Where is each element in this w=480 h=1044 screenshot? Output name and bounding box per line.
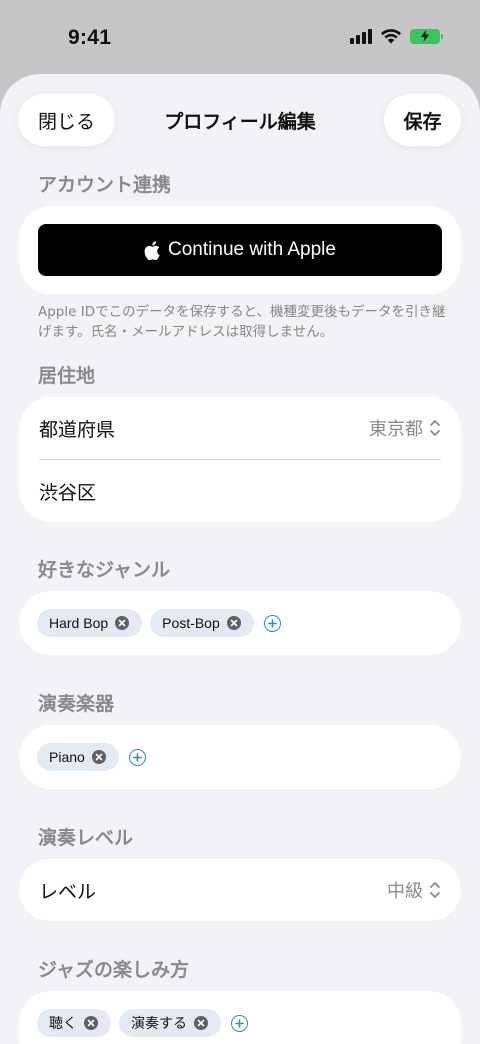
instrument-chips: Piano: [37, 743, 146, 771]
genres-card: Hard Bop Post-Bop: [19, 591, 461, 655]
enjoy-chip: 演奏する: [119, 1009, 221, 1037]
status-icons: [350, 28, 443, 44]
prefecture-label: 都道府県: [39, 418, 116, 441]
profile-edit-sheet: 閉じる プロフィール編集 保存 アカウント連携 Continue with Ap…: [0, 74, 480, 1044]
genre-chip: Post-Bop: [150, 609, 254, 637]
screen: 9:41 閉じる プロフィール編集 保存 アカウント連携 Continue wi…: [0, 0, 480, 1044]
continue-with-apple-button[interactable]: Continue with Apple: [38, 224, 442, 276]
apple-button-label: Continue with Apple: [168, 239, 336, 260]
add-enjoy-icon[interactable]: [231, 1014, 248, 1032]
chip-label: Piano: [49, 749, 85, 765]
chevron-up-down-icon: [430, 420, 440, 436]
section-label-instruments: 演奏楽器: [38, 693, 115, 715]
enjoy-chip: 聴く: [37, 1009, 111, 1037]
remove-icon[interactable]: [115, 616, 130, 630]
level-card: レベル 中級: [19, 859, 461, 921]
enjoy-chips: 聴く 演奏する: [37, 1009, 248, 1037]
chevron-up-down-icon: [430, 882, 440, 898]
city-field-row[interactable]: 渋谷区: [19, 460, 461, 522]
account-card: Continue with Apple: [19, 206, 461, 294]
battery-charging-icon: [410, 28, 443, 44]
chip-label: 聴く: [49, 1015, 77, 1031]
remove-icon[interactable]: [226, 616, 241, 630]
add-genre-icon[interactable]: [263, 614, 281, 632]
remove-icon[interactable]: [194, 1016, 208, 1030]
section-label-enjoy: ジャズの楽しみ方: [38, 959, 190, 981]
genre-chips: Hard Bop Post-Bop: [37, 609, 281, 637]
wifi-icon: [381, 29, 401, 44]
prefecture-value: 東京都: [369, 419, 423, 440]
enjoy-card: 聴く 演奏する: [19, 991, 461, 1044]
residence-card: 都道府県 東京都 渋谷区: [19, 397, 461, 522]
remove-icon[interactable]: [84, 1016, 98, 1030]
instrument-chip: Piano: [37, 743, 119, 771]
cellular-signal-icon: [350, 28, 372, 44]
save-button[interactable]: 保存: [384, 94, 461, 146]
prefecture-value-group: 東京都: [369, 415, 441, 441]
account-footnote: Apple IDでこのデータを保存すると、機種変更後もデータを引き継げます。氏名…: [38, 304, 446, 340]
level-value: 中級: [387, 881, 423, 902]
level-value-group: 中級: [387, 877, 441, 903]
level-picker-row[interactable]: レベル 中級: [19, 859, 461, 921]
status-bar: 9:41: [0, 0, 480, 76]
instruments-card: Piano: [19, 725, 461, 789]
chip-label: Post-Bop: [162, 615, 220, 631]
status-time: 9:41: [68, 26, 112, 49]
section-label-level: 演奏レベル: [38, 827, 134, 849]
apple-logo-icon: [144, 240, 160, 260]
chip-label: 演奏する: [131, 1015, 187, 1031]
level-label: レベル: [39, 880, 97, 903]
add-instrument-icon[interactable]: [128, 748, 146, 766]
chip-label: Hard Bop: [49, 615, 109, 631]
city-value: 渋谷区: [39, 481, 97, 504]
genre-chip: Hard Bop: [37, 609, 143, 637]
section-label-genres: 好きなジャンル: [38, 559, 171, 581]
prefecture-picker-row[interactable]: 都道府県 東京都: [19, 397, 461, 459]
remove-icon[interactable]: [91, 750, 106, 764]
section-label-account: アカウント連携: [38, 174, 172, 196]
section-label-residence: 居住地: [38, 365, 96, 387]
